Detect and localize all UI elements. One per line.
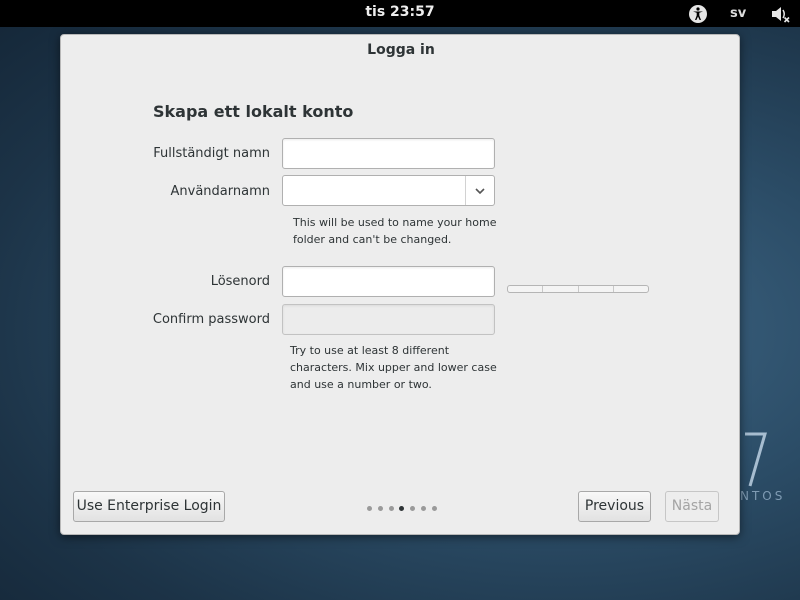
username-combobox[interactable]	[282, 175, 495, 206]
strength-segment	[508, 286, 544, 292]
page-indicator	[367, 504, 437, 512]
background-logo-text: NTOS	[740, 489, 786, 503]
password-hint-line: characters. Mix upper and lower case	[290, 361, 497, 374]
page-dot	[367, 505, 372, 511]
previous-button[interactable]: Previous	[578, 491, 651, 522]
strength-segment	[614, 286, 648, 292]
volume-muted-icon[interactable]	[770, 4, 790, 24]
enterprise-login-button[interactable]: Use Enterprise Login	[73, 491, 225, 522]
password-hint-line: Try to use at least 8 different	[290, 344, 450, 357]
top-bar: tis 23:57 sv	[0, 0, 800, 27]
strength-segment	[543, 286, 579, 292]
language-indicator[interactable]: sv	[730, 6, 746, 26]
username-label: Användarnamn	[170, 184, 270, 199]
username-hint: This will be used to name your home fold…	[293, 214, 496, 248]
page-dot	[377, 505, 383, 511]
password-field[interactable]	[282, 266, 495, 297]
dialog-title: Logga in	[367, 42, 435, 58]
fullname-label: Fullständigt namn	[153, 146, 270, 161]
page-dot	[399, 505, 405, 511]
username-hint-line: This will be used to name your home	[293, 216, 497, 229]
page-dot	[431, 505, 437, 511]
password-label: Lösenord	[210, 274, 270, 289]
combobox-separator	[465, 176, 466, 205]
background-logo-icon	[745, 432, 767, 487]
fullname-field[interactable]	[282, 138, 495, 169]
page-dot	[388, 505, 394, 511]
clock[interactable]: tis 23:57	[0, 4, 800, 20]
page-dot	[421, 505, 427, 511]
page-title: Skapa ett lokalt konto	[153, 102, 354, 121]
password-strength-meter	[507, 285, 649, 293]
chevron-down-icon[interactable]	[473, 184, 487, 198]
password-hint: Try to use at least 8 different characte…	[290, 342, 497, 393]
confirm-password-field[interactable]	[282, 304, 495, 335]
next-button[interactable]: Nästa	[665, 491, 719, 522]
page-dot	[410, 505, 416, 511]
strength-segment	[579, 286, 614, 292]
accessibility-icon[interactable]	[688, 4, 708, 24]
password-hint-line: and use a number or two.	[290, 378, 432, 391]
setup-dialog: Logga in Skapa ett lokalt konto Fullstän…	[60, 34, 740, 535]
confirm-password-label: Confirm password	[152, 312, 270, 327]
username-hint-line: folder and can't be changed.	[293, 233, 452, 246]
